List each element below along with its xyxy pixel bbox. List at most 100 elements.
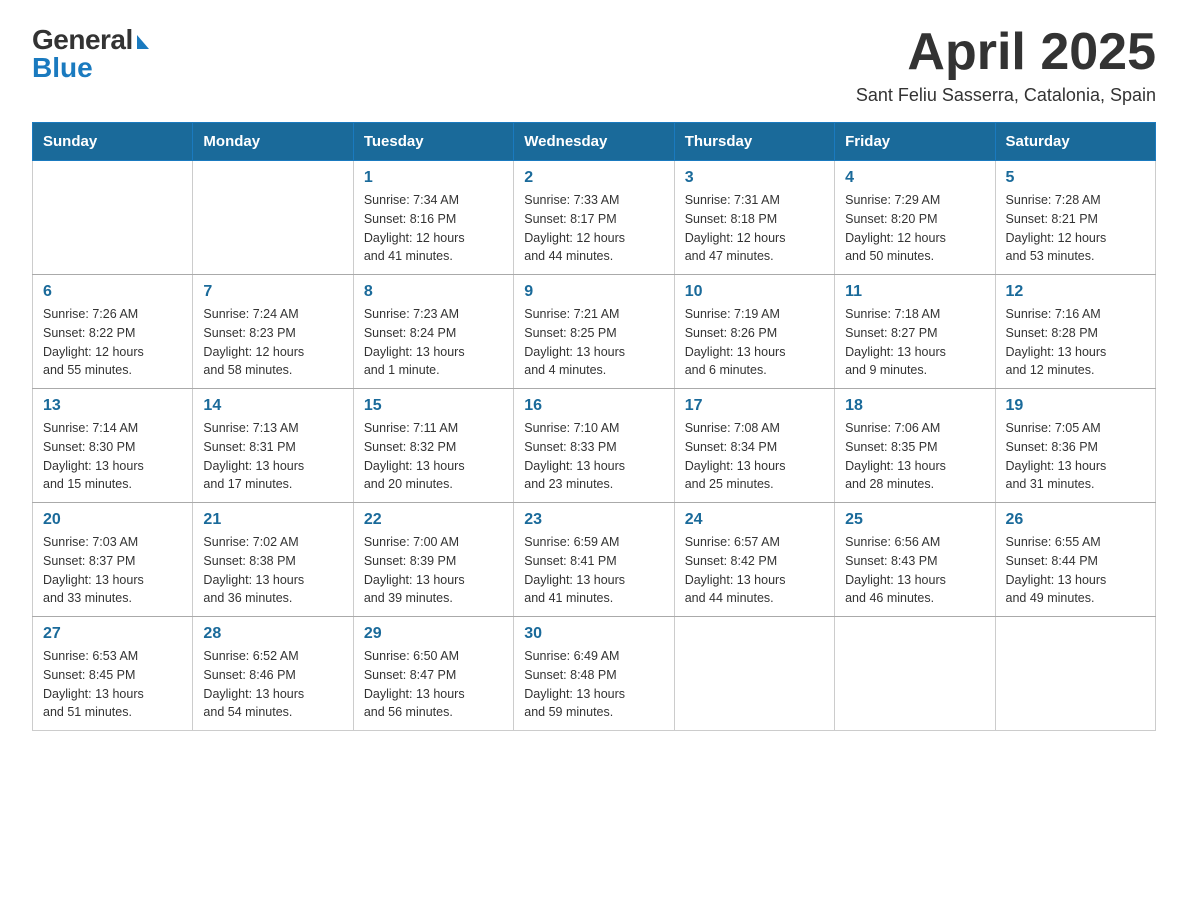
calendar-cell: 5 Sunrise: 7:28 AM Sunset: 8:21 PM Daylig… — [995, 161, 1155, 275]
calendar-cell: 21Sunrise: 7:02 AM Sunset: 8:38 PM Dayli… — [193, 503, 353, 617]
calendar-cell: 25 Sunrise: 6:56 AM Sunset: 8:43 PM Dayli… — [835, 503, 995, 617]
weekday-header-tuesday: Tuesday — [353, 123, 513, 161]
day-number: 29 — [364, 625, 503, 643]
calendar-cell: 8Sunrise: 7:23 AM Sunset: 8:24 PM Daylig… — [353, 275, 513, 389]
page-header: General Blue April 2025 Sant Feliu Sasse… — [32, 24, 1156, 106]
calendar-cell: 19 Sunrise: 7:05 AM Sunset: 8:36 PM Dayli… — [995, 389, 1155, 503]
calendar-week-row: 1 Sunrise: 7:34 AM Sunset: 8:16 PM Daylig… — [33, 161, 1156, 275]
weekday-header-thursday: Thursday — [674, 123, 834, 161]
calendar-cell: 27 Sunrise: 6:53 AM Sunset: 8:45 PM Dayli… — [33, 617, 193, 731]
logo-blue-text: Blue — [32, 52, 93, 84]
day-info: Sunrise: 7:31 AM Sunset: 8:18 PM Dayligh… — [685, 191, 824, 266]
day-number: 20 — [43, 511, 182, 529]
weekday-header-sunday: Sunday — [33, 123, 193, 161]
calendar-week-row: 27 Sunrise: 6:53 AM Sunset: 8:45 PM Dayli… — [33, 617, 1156, 731]
day-info: Sunrise: 7:33 AM Sunset: 8:17 PM Dayligh… — [524, 191, 663, 266]
calendar-cell: 10 Sunrise: 7:19 AM Sunset: 8:26 PM Dayli… — [674, 275, 834, 389]
calendar-cell — [193, 161, 353, 275]
day-info: Sunrise: 6:56 AM Sunset: 8:43 PM Dayligh… — [845, 533, 984, 608]
day-info: Sunrise: 7:34 AM Sunset: 8:16 PM Dayligh… — [364, 191, 503, 266]
day-info: Sunrise: 7:06 AM Sunset: 8:35 PM Dayligh… — [845, 419, 984, 494]
day-info: Sunrise: 7:16 AM Sunset: 8:28 PM Dayligh… — [1006, 305, 1145, 380]
logo-triangle-icon — [137, 35, 149, 49]
location-subtitle: Sant Feliu Sasserra, Catalonia, Spain — [856, 85, 1156, 106]
day-number: 28 — [203, 625, 342, 643]
calendar-table: SundayMondayTuesdayWednesdayThursdayFrid… — [32, 122, 1156, 731]
calendar-cell: 17 Sunrise: 7:08 AM Sunset: 8:34 PM Dayli… — [674, 389, 834, 503]
day-number: 13 — [43, 397, 182, 415]
calendar-cell: 23 Sunrise: 6:59 AM Sunset: 8:41 PM Dayli… — [514, 503, 674, 617]
day-info: Sunrise: 7:14 AM Sunset: 8:30 PM Dayligh… — [43, 419, 182, 494]
day-info: Sunrise: 7:08 AM Sunset: 8:34 PM Dayligh… — [685, 419, 824, 494]
day-number: 18 — [845, 397, 984, 415]
calendar-week-row: 13 Sunrise: 7:14 AM Sunset: 8:30 PM Dayli… — [33, 389, 1156, 503]
weekday-header-wednesday: Wednesday — [514, 123, 674, 161]
weekday-header-monday: Monday — [193, 123, 353, 161]
day-number: 25 — [845, 511, 984, 529]
day-info: Sunrise: 7:26 AM Sunset: 8:22 PM Dayligh… — [43, 305, 182, 380]
day-info: Sunrise: 7:29 AM Sunset: 8:20 PM Dayligh… — [845, 191, 984, 266]
day-number: 26 — [1006, 511, 1145, 529]
calendar-cell: 16Sunrise: 7:10 AM Sunset: 8:33 PM Dayli… — [514, 389, 674, 503]
day-number: 23 — [524, 511, 663, 529]
calendar-cell: 9 Sunrise: 7:21 AM Sunset: 8:25 PM Daylig… — [514, 275, 674, 389]
day-info: Sunrise: 6:49 AM Sunset: 8:48 PM Dayligh… — [524, 647, 663, 722]
calendar-header: SundayMondayTuesdayWednesdayThursdayFrid… — [33, 123, 1156, 161]
calendar-cell: 3 Sunrise: 7:31 AM Sunset: 8:18 PM Daylig… — [674, 161, 834, 275]
calendar-cell — [995, 617, 1155, 731]
day-number: 7 — [203, 283, 342, 301]
day-number: 9 — [524, 283, 663, 301]
day-info: Sunrise: 7:23 AM Sunset: 8:24 PM Dayligh… — [364, 305, 503, 380]
day-info: Sunrise: 7:11 AM Sunset: 8:32 PM Dayligh… — [364, 419, 503, 494]
calendar-cell: 6 Sunrise: 7:26 AM Sunset: 8:22 PM Daylig… — [33, 275, 193, 389]
day-number: 12 — [1006, 283, 1145, 301]
weekday-header-saturday: Saturday — [995, 123, 1155, 161]
day-number: 3 — [685, 169, 824, 187]
day-info: Sunrise: 7:13 AM Sunset: 8:31 PM Dayligh… — [203, 419, 342, 494]
calendar-week-row: 20 Sunrise: 7:03 AM Sunset: 8:37 PM Dayli… — [33, 503, 1156, 617]
day-info: Sunrise: 6:53 AM Sunset: 8:45 PM Dayligh… — [43, 647, 182, 722]
day-info: Sunrise: 7:00 AM Sunset: 8:39 PM Dayligh… — [364, 533, 503, 608]
calendar-cell: 14 Sunrise: 7:13 AM Sunset: 8:31 PM Dayli… — [193, 389, 353, 503]
calendar-cell: 30 Sunrise: 6:49 AM Sunset: 8:48 PM Dayli… — [514, 617, 674, 731]
day-number: 14 — [203, 397, 342, 415]
calendar-cell: 28 Sunrise: 6:52 AM Sunset: 8:46 PM Dayli… — [193, 617, 353, 731]
day-number: 30 — [524, 625, 663, 643]
day-info: Sunrise: 7:18 AM Sunset: 8:27 PM Dayligh… — [845, 305, 984, 380]
calendar-cell: 15 Sunrise: 7:11 AM Sunset: 8:32 PM Dayli… — [353, 389, 513, 503]
month-title: April 2025 — [856, 24, 1156, 81]
day-info: Sunrise: 6:52 AM Sunset: 8:46 PM Dayligh… — [203, 647, 342, 722]
day-number: 1 — [364, 169, 503, 187]
calendar-cell: 4Sunrise: 7:29 AM Sunset: 8:20 PM Daylig… — [835, 161, 995, 275]
day-info: Sunrise: 7:05 AM Sunset: 8:36 PM Dayligh… — [1006, 419, 1145, 494]
calendar-cell: 22Sunrise: 7:00 AM Sunset: 8:39 PM Dayli… — [353, 503, 513, 617]
logo: General Blue — [32, 24, 149, 84]
day-number: 10 — [685, 283, 824, 301]
day-number: 15 — [364, 397, 503, 415]
calendar-cell: 2 Sunrise: 7:33 AM Sunset: 8:17 PM Daylig… — [514, 161, 674, 275]
calendar-week-row: 6 Sunrise: 7:26 AM Sunset: 8:22 PM Daylig… — [33, 275, 1156, 389]
day-number: 16 — [524, 397, 663, 415]
day-number: 6 — [43, 283, 182, 301]
day-number: 5 — [1006, 169, 1145, 187]
calendar-cell: 26Sunrise: 6:55 AM Sunset: 8:44 PM Dayli… — [995, 503, 1155, 617]
day-info: Sunrise: 7:24 AM Sunset: 8:23 PM Dayligh… — [203, 305, 342, 380]
day-number: 2 — [524, 169, 663, 187]
day-info: Sunrise: 7:21 AM Sunset: 8:25 PM Dayligh… — [524, 305, 663, 380]
day-number: 19 — [1006, 397, 1145, 415]
calendar-cell — [674, 617, 834, 731]
day-info: Sunrise: 7:19 AM Sunset: 8:26 PM Dayligh… — [685, 305, 824, 380]
calendar-cell — [835, 617, 995, 731]
day-info: Sunrise: 7:28 AM Sunset: 8:21 PM Dayligh… — [1006, 191, 1145, 266]
calendar-cell: 11Sunrise: 7:18 AM Sunset: 8:27 PM Dayli… — [835, 275, 995, 389]
calendar-cell: 1 Sunrise: 7:34 AM Sunset: 8:16 PM Daylig… — [353, 161, 513, 275]
day-info: Sunrise: 7:03 AM Sunset: 8:37 PM Dayligh… — [43, 533, 182, 608]
title-section: April 2025 Sant Feliu Sasserra, Cataloni… — [856, 24, 1156, 106]
day-info: Sunrise: 6:59 AM Sunset: 8:41 PM Dayligh… — [524, 533, 663, 608]
calendar-body: 1 Sunrise: 7:34 AM Sunset: 8:16 PM Daylig… — [33, 161, 1156, 731]
day-number: 17 — [685, 397, 824, 415]
calendar-cell — [33, 161, 193, 275]
weekday-header-friday: Friday — [835, 123, 995, 161]
day-number: 27 — [43, 625, 182, 643]
day-number: 21 — [203, 511, 342, 529]
